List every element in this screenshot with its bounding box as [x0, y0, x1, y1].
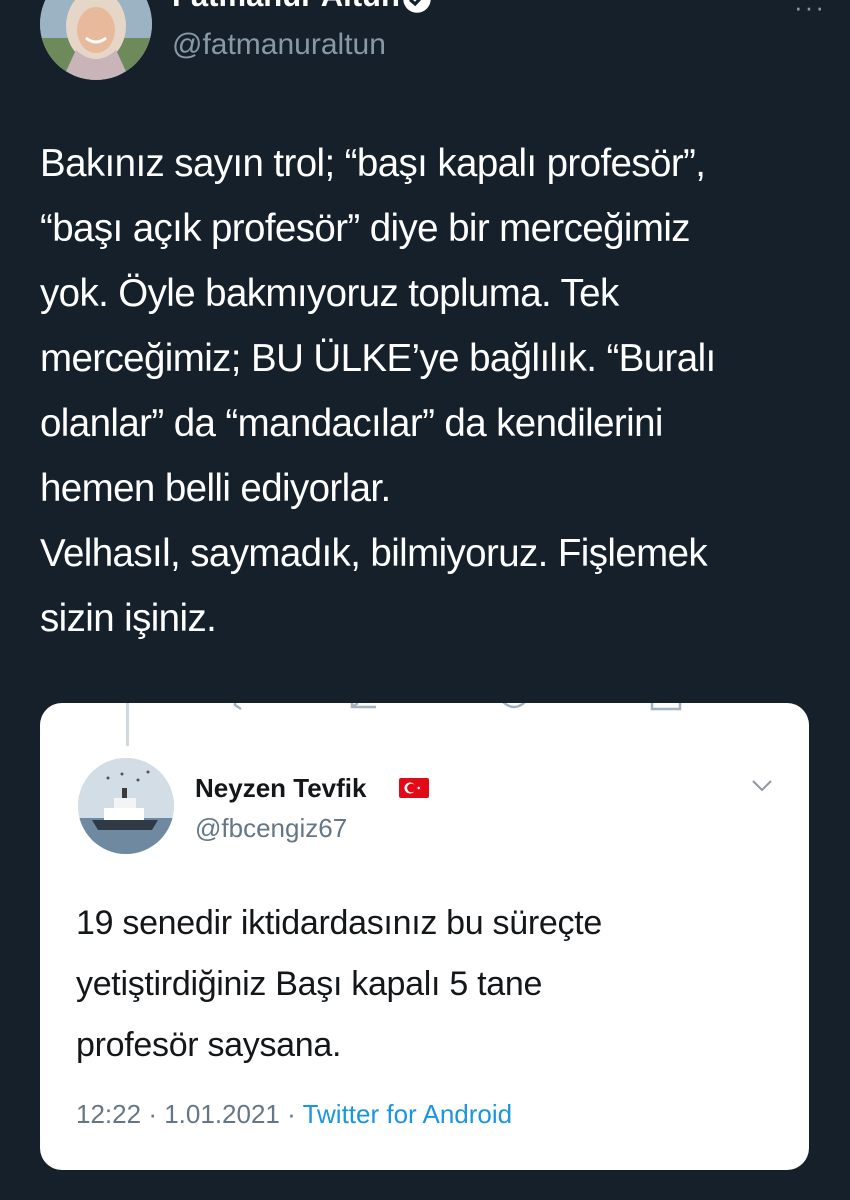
more-options-icon[interactable]: ··· — [794, 0, 826, 20]
tweet-time: 12:22 — [76, 1099, 142, 1129]
author-avatar[interactable] — [40, 0, 152, 80]
verified-badge-icon — [403, 0, 431, 13]
meta-separator: · — [287, 1099, 296, 1129]
quoted-author-name[interactable]: Neyzen Tevfik — [195, 773, 366, 804]
tweet-date: 1.01.2021 — [164, 1099, 280, 1129]
quoted-tweet-text: 19 senedir iktidardasınız bu süreçte yet… — [76, 904, 602, 1064]
quoted-author-handle[interactable]: @fbcengiz67 — [195, 813, 347, 844]
chevron-down-icon[interactable] — [750, 777, 774, 795]
tweet-meta: 12:22 · 1.01.2021 · Twitter for Android — [76, 1099, 512, 1130]
action-icons-peek — [233, 703, 682, 711]
author-name[interactable]: Fatmanur Altun — [172, 0, 400, 14]
author-handle[interactable]: @fatmanuraltun — [172, 28, 386, 62]
quoted-author-avatar[interactable] — [78, 758, 174, 854]
tweet-source-link[interactable]: Twitter for Android — [303, 1099, 513, 1129]
tweet-header: Fatmanur Altun @fatmanuraltun ··· — [0, 0, 850, 100]
turkey-flag-icon — [399, 778, 429, 798]
meta-separator: · — [148, 1099, 157, 1129]
quoted-tweet-card[interactable]: Neyzen Tevfik @fbcengiz67 19 senedir ikt… — [40, 703, 809, 1170]
tweet-text: Bakınız sayın trol; “başı kapalı profesö… — [40, 142, 716, 640]
